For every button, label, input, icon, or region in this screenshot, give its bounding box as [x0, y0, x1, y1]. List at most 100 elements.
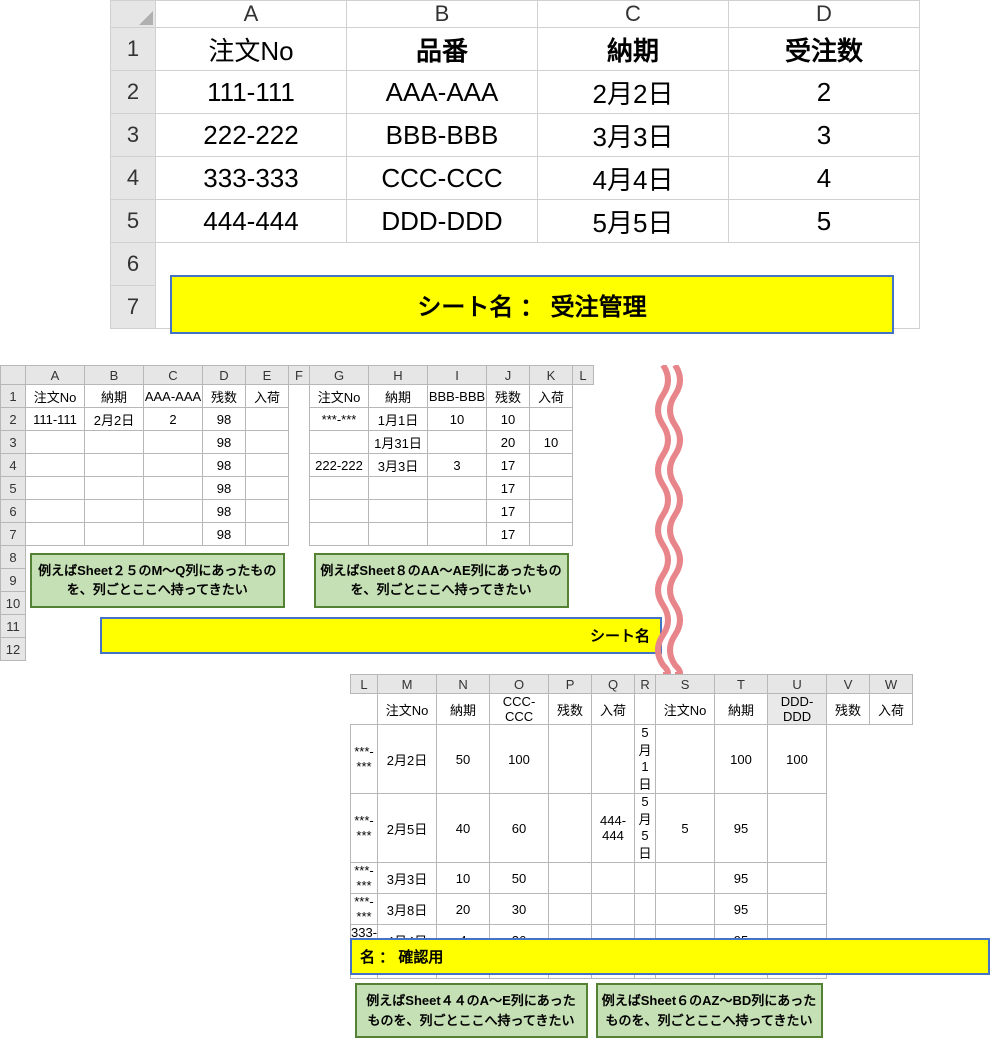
cell[interactable]: 納期 [85, 385, 144, 408]
cell[interactable]: ***-*** [351, 794, 378, 863]
cell[interactable]: DDD-DDD [347, 200, 538, 243]
cell[interactable] [85, 500, 144, 523]
cell[interactable]: 入荷 [592, 694, 635, 725]
cell[interactable]: 4月4日 [538, 157, 729, 200]
cell[interactable]: 333-333 [156, 157, 347, 200]
col-header[interactable]: F [289, 366, 310, 385]
col-header[interactable]: H [369, 366, 428, 385]
cell[interactable] [26, 477, 85, 500]
col-header[interactable]: C [144, 366, 203, 385]
cell[interactable]: 3 [729, 114, 920, 157]
cell[interactable] [369, 477, 428, 500]
cell[interactable]: 3月3日 [378, 863, 437, 894]
cell[interactable] [592, 863, 635, 894]
cell[interactable] [26, 431, 85, 454]
col-header[interactable]: D [729, 1, 920, 28]
cell[interactable] [428, 431, 487, 454]
cell[interactable]: 40 [437, 794, 490, 863]
cell[interactable]: 注文No [378, 694, 437, 725]
cell[interactable] [530, 454, 573, 477]
cell[interactable]: 納期 [437, 694, 490, 725]
cell[interactable]: 98 [203, 454, 246, 477]
cell[interactable]: 受注数 [729, 28, 920, 71]
row-header[interactable]: 7 [111, 286, 156, 329]
cell[interactable]: ***-*** [351, 725, 378, 794]
cell[interactable]: 残数 [487, 385, 530, 408]
cell[interactable] [428, 500, 487, 523]
row-header[interactable]: 11 [1, 615, 26, 638]
cell[interactable]: AAA-AAA [144, 385, 203, 408]
cell[interactable]: ***-*** [310, 408, 369, 431]
row-header[interactable]: 2 [111, 71, 156, 114]
cell[interactable]: 2 [144, 408, 203, 431]
row-header[interactable]: 2 [1, 408, 26, 431]
cell[interactable]: 98 [203, 500, 246, 523]
cell[interactable]: 4 [729, 157, 920, 200]
cell[interactable]: 17 [487, 523, 530, 546]
cell[interactable]: 5月5日 [635, 794, 656, 863]
col-header[interactable]: R [635, 675, 656, 694]
cell[interactable] [246, 431, 289, 454]
cell[interactable] [530, 500, 573, 523]
cell[interactable]: 444-444 [592, 794, 635, 863]
cell[interactable] [656, 725, 715, 794]
cell[interactable]: 残数 [827, 694, 870, 725]
row-header[interactable]: 12 [1, 638, 26, 661]
cell[interactable] [310, 500, 369, 523]
cell[interactable] [369, 500, 428, 523]
col-header[interactable]: S [656, 675, 715, 694]
cell[interactable] [635, 863, 656, 894]
cell[interactable]: 95 [715, 894, 768, 925]
cell[interactable]: 5月5日 [538, 200, 729, 243]
row-header[interactable]: 8 [1, 546, 26, 569]
row-header[interactable]: 6 [1, 500, 26, 523]
select-all-corner[interactable] [111, 1, 156, 28]
cell[interactable] [428, 477, 487, 500]
cell[interactable] [144, 500, 203, 523]
cell[interactable] [26, 454, 85, 477]
row-header[interactable]: 1 [1, 385, 26, 408]
cell[interactable]: 17 [487, 477, 530, 500]
cell[interactable] [768, 894, 827, 925]
cell[interactable]: 2月2日 [378, 725, 437, 794]
cell[interactable] [549, 725, 592, 794]
cell[interactable]: 注文No [26, 385, 85, 408]
cell[interactable] [26, 500, 85, 523]
cell[interactable] [85, 477, 144, 500]
col-header[interactable]: B [347, 1, 538, 28]
cell[interactable] [369, 523, 428, 546]
col-header[interactable]: G [310, 366, 369, 385]
cell[interactable]: 10 [437, 863, 490, 894]
col-header[interactable]: U [768, 675, 827, 694]
cell[interactable] [530, 477, 573, 500]
row-header[interactable]: 10 [1, 592, 26, 615]
cell[interactable]: 17 [487, 500, 530, 523]
cell[interactable]: 注文No [310, 385, 369, 408]
cell[interactable]: 95 [715, 794, 768, 863]
cell[interactable]: 5月1日 [635, 725, 656, 794]
cell[interactable]: 20 [437, 894, 490, 925]
cell[interactable]: 2月5日 [378, 794, 437, 863]
cell[interactable]: 納期 [538, 28, 729, 71]
cell[interactable]: 3月3日 [538, 114, 729, 157]
row-header[interactable]: 5 [111, 200, 156, 243]
row-header[interactable]: 1 [111, 28, 156, 71]
col-header[interactable]: L [351, 675, 378, 694]
col-header[interactable]: M [378, 675, 437, 694]
cell[interactable]: 納期 [715, 694, 768, 725]
cell[interactable]: 3 [428, 454, 487, 477]
col-header[interactable]: P [549, 675, 592, 694]
cell[interactable]: 納期 [369, 385, 428, 408]
cell[interactable]: 2月2日 [538, 71, 729, 114]
cell[interactable]: 品番 [347, 28, 538, 71]
cell[interactable] [310, 431, 369, 454]
cell[interactable] [85, 431, 144, 454]
cell[interactable] [26, 523, 85, 546]
cell[interactable] [246, 408, 289, 431]
cell[interactable]: AAA-AAA [347, 71, 538, 114]
col-header[interactable]: K [530, 366, 573, 385]
cell[interactable]: BBB-BBB [347, 114, 538, 157]
cell[interactable]: 注文No [656, 694, 715, 725]
cell[interactable] [246, 500, 289, 523]
col-header[interactable]: W [870, 675, 913, 694]
